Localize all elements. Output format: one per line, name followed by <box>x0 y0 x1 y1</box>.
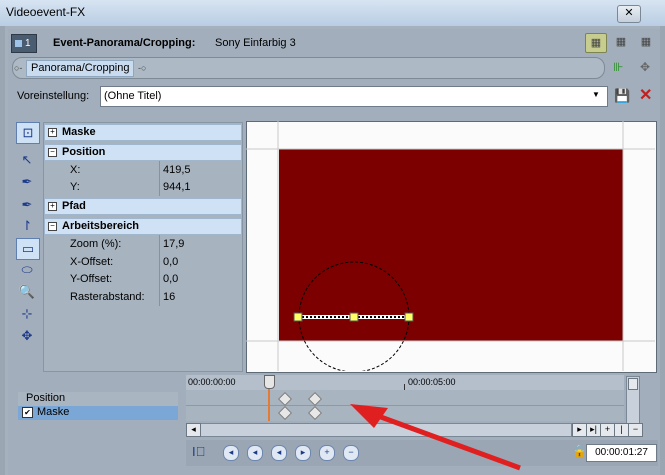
anchor-creation-tool-icon[interactable]: ⊡ <box>16 122 40 144</box>
y-offset-label: Y-Offset: <box>70 273 113 285</box>
column-divider <box>159 234 160 306</box>
preset-label: Voreinstellung: <box>17 90 90 102</box>
first-keyframe-icon[interactable]: ◂ <box>223 445 239 461</box>
chain-start-icon: ○- <box>14 63 23 73</box>
close-button[interactable]: ✕ <box>617 5 641 23</box>
move-tool-icon[interactable]: ✥ <box>16 326 38 346</box>
prev-keyframe-icon[interactable]: ◂ <box>247 445 263 461</box>
section-arbeitsbereich[interactable]: − Arbeitsbereich <box>44 218 242 235</box>
mask-overlay[interactable] <box>246 121 655 371</box>
section-maske-label: Maske <box>62 126 96 138</box>
x-label: X: <box>70 164 81 176</box>
normal-edit-tool-icon[interactable]: ↖ <box>16 150 38 170</box>
raster-label: Rasterabstand: <box>70 291 145 303</box>
timecode-display[interactable]: 00:00:01:27 <box>586 444 657 462</box>
mask-handle[interactable] <box>293 312 303 322</box>
expand-icon[interactable]: + <box>48 127 57 137</box>
prev-frame-icon[interactable]: ◂ <box>271 445 287 461</box>
zoom-value[interactable]: 17,9 <box>163 238 184 250</box>
sync-cursor-icon[interactable]: I⃞ <box>192 444 205 459</box>
track-maske[interactable]: ✔ Maske <box>18 406 178 420</box>
section-position-label: Position <box>62 146 106 158</box>
plugin-chain-icon[interactable]: ⊪ <box>613 60 623 74</box>
x-offset-label: X-Offset: <box>70 256 114 268</box>
vscroll-thumb[interactable] <box>628 378 638 390</box>
mask-handle[interactable] <box>404 312 414 322</box>
expand-icon[interactable]: + <box>48 201 57 211</box>
x-offset-value[interactable]: 0,0 <box>163 256 178 268</box>
timeline-ruler[interactable] <box>186 375 624 391</box>
annotation-arrow <box>350 404 521 471</box>
grid-large-icon[interactable]: ▦ <box>636 33 656 51</box>
column-divider <box>159 160 160 196</box>
y-label: Y: <box>70 181 80 193</box>
section-pfad[interactable]: + Pfad <box>44 198 242 215</box>
effect-index: 1 <box>25 38 31 49</box>
list-view-icon[interactable]: ▦ <box>585 33 607 53</box>
arrow-shaft <box>369 410 521 471</box>
zoom-tool-icon[interactable]: 🔍 <box>16 282 38 302</box>
rectangle-mask-tool-icon[interactable]: ▭ <box>16 238 40 260</box>
section-pfad-label: Pfad <box>62 200 86 212</box>
ruler-mark-label: 00:00:05:00 <box>408 377 456 387</box>
chevron-down-icon[interactable]: ▼ <box>592 90 600 99</box>
track-position-label: Position <box>26 392 66 404</box>
raster-value[interactable]: 16 <box>163 291 175 303</box>
arrow-head <box>350 404 388 428</box>
effect-name: Event-Panorama/Cropping: <box>53 37 196 49</box>
save-preset-icon[interactable]: 💾 <box>614 88 630 104</box>
grid-view-icon[interactable]: ▦ <box>611 33 631 51</box>
scroll-left-icon[interactable]: ◂ <box>186 423 201 437</box>
x-value[interactable]: 419,5 <box>163 164 191 176</box>
delete-preset-icon[interactable]: ✕ <box>639 85 652 105</box>
pen-tool-icon[interactable]: ✒ <box>16 172 38 192</box>
zoom-out-icon[interactable]: − <box>628 423 643 437</box>
effect-badge[interactable]: 1 <box>11 34 37 53</box>
zoom-in-icon[interactable]: + <box>600 423 615 437</box>
ellipse-mask-tool-icon[interactable]: ⬭ <box>16 260 38 280</box>
plugin-chip[interactable]: Panorama/Cropping <box>26 60 135 77</box>
y-offset-value[interactable]: 0,0 <box>163 273 178 285</box>
ruler-start-label: 00:00:00:00 <box>188 377 236 387</box>
add-keyframe-icon[interactable]: + <box>319 445 335 461</box>
split-tool-icon[interactable]: ↾ <box>16 216 38 236</box>
collapse-icon[interactable]: − <box>48 147 57 157</box>
chain-end-icon: -○ <box>138 63 147 73</box>
scroll-right-icon[interactable]: ▸ <box>572 423 587 437</box>
mask-handle[interactable] <box>349 312 359 322</box>
lock-icon: 🔒 <box>572 444 587 458</box>
preset-value: (Ohne Titel) <box>104 90 162 102</box>
zoom-label: Zoom (%): <box>70 238 122 250</box>
next-frame-icon[interactable]: ▸ <box>295 445 311 461</box>
window-titlebar <box>0 0 665 26</box>
checkbox-checked-icon[interactable]: ✔ <box>22 407 33 418</box>
section-arbeitsbereich-label: Arbeitsbereich <box>62 220 140 232</box>
section-position[interactable]: − Position <box>44 144 242 161</box>
playhead-handle[interactable] <box>264 375 275 389</box>
effect-square-icon <box>15 39 22 47</box>
track-position[interactable]: Position <box>18 392 178 406</box>
track-maske-label: Maske <box>37 406 70 418</box>
preset-dropdown[interactable] <box>100 86 608 107</box>
y-value[interactable]: 944,1 <box>163 181 191 193</box>
enable-snapping-icon[interactable]: ⊹ <box>16 304 38 324</box>
pen-add-tool-icon[interactable]: ✒ <box>16 195 38 215</box>
remove-plugin-icon[interactable]: ✥ <box>640 60 650 74</box>
scroll-end-icon[interactable]: ▸| <box>586 423 601 437</box>
zoom-separator: | <box>614 423 629 437</box>
window-title: Videoevent-FX <box>6 5 86 19</box>
section-maske[interactable]: + Maske <box>44 124 242 141</box>
collapse-icon[interactable]: − <box>48 221 57 231</box>
media-name: Sony Einfarbig 3 <box>215 37 296 49</box>
